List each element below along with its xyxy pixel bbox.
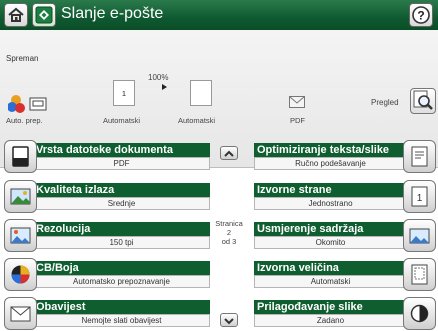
- tile-value: 150 tpi: [33, 236, 210, 249]
- tile-text-image-optimize[interactable]: Optimiziranje teksta/slike Ručno podešav…: [230, 140, 436, 173]
- pdf-envelope-icon: [289, 96, 305, 108]
- orientation-button[interactable]: [403, 219, 436, 252]
- tile-value: Automatsko prepoznavanje: [33, 275, 210, 288]
- orientation-icon: [409, 228, 430, 244]
- tile-value: Jednostrano: [254, 197, 407, 210]
- tile-image-adjustment[interactable]: Prilagođavanje slike Zadano: [230, 297, 436, 330]
- tile-value: Okomito: [254, 236, 407, 249]
- quality-button[interactable]: [4, 180, 37, 213]
- auto-label-1: Automatski: [103, 116, 141, 125]
- resolution-icon: [10, 227, 31, 244]
- size-button[interactable]: [403, 258, 436, 291]
- output-page-box: [190, 80, 212, 106]
- tile-color-mode[interactable]: CB/Boja Automatsko prepoznavanje: [4, 258, 210, 291]
- color-palette-icon: [11, 265, 30, 284]
- notification-button[interactable]: [4, 297, 37, 330]
- tile-original-size[interactable]: Izvorna veličina Automatski: [230, 258, 436, 291]
- auto-preview-button[interactable]: [7, 93, 56, 117]
- tile-content-orientation[interactable]: Usmjerenje sadržaja Okomito: [230, 219, 436, 252]
- tile-resolution[interactable]: Rezolucija 150 tpi: [4, 219, 210, 252]
- preview-button[interactable]: [410, 88, 436, 114]
- tile-value: Automatski: [254, 275, 407, 288]
- page-title: Slanje e-pošte: [61, 5, 164, 22]
- tile-original-sides[interactable]: Izvorne strane Jednostrano 1: [230, 180, 436, 213]
- optimize-button[interactable]: [403, 140, 436, 173]
- tile-value: Srednje: [33, 197, 210, 210]
- home-icon: [8, 7, 24, 22]
- image-adjust-icon: [410, 304, 429, 323]
- help-icon: ?: [412, 6, 430, 24]
- title-bar: Slanje e-pošte ?: [0, 0, 438, 30]
- quality-image-icon: [10, 188, 31, 205]
- svg-text:1: 1: [417, 193, 423, 204]
- email-app-icon: [35, 6, 53, 24]
- text-image-icon: [411, 146, 428, 167]
- tile-title: Kvaliteta izlaza: [33, 183, 210, 197]
- tile-title: Izvorne strane: [254, 183, 407, 197]
- preview-label: Auto. prep.: [6, 116, 43, 125]
- tile-value: Ručno podešavanje: [254, 157, 407, 170]
- resolution-button[interactable]: [4, 219, 37, 252]
- pdf-label: PDF: [290, 116, 305, 125]
- zoom-level: 100%: [148, 73, 169, 82]
- tile-title: Usmjerenje sadržaja: [254, 222, 407, 236]
- tile-value: Nemojte slati obavijest: [33, 314, 210, 327]
- status-text: Spreman: [6, 54, 39, 63]
- tile-title: CB/Boja: [33, 261, 210, 275]
- color-preview-icon: [7, 95, 47, 113]
- tile-title: Vrsta datoteke dokumenta: [33, 143, 210, 157]
- arrow-right-icon: [162, 84, 167, 90]
- auto-label-2: Automatski: [178, 116, 216, 125]
- notification-icon: [10, 306, 31, 322]
- tile-title: Rezolucija: [33, 222, 210, 236]
- tile-title: Optimiziranje teksta/slike: [254, 143, 407, 157]
- help-button[interactable]: ?: [409, 3, 433, 27]
- tile-output-quality[interactable]: Kvaliteta izlaza Srednje: [4, 180, 210, 213]
- tile-value: PDF: [33, 157, 210, 170]
- email-app-button[interactable]: [32, 3, 56, 27]
- tile-title: Izvorna veličina: [254, 261, 407, 275]
- pregled-label: Pregled: [371, 98, 399, 107]
- tile-notification[interactable]: Obavijest Nemojte slati obavijest: [4, 297, 210, 330]
- color-button[interactable]: [4, 258, 37, 291]
- svg-text:?: ?: [417, 9, 424, 23]
- page-size-icon: [411, 264, 428, 285]
- file-type-button[interactable]: [4, 140, 37, 173]
- document-icon: [12, 146, 29, 167]
- one-sided-page-icon: 1: [411, 186, 428, 207]
- tile-file-type[interactable]: Vrsta datoteke dokumenta PDF: [4, 140, 210, 173]
- tile-title: Prilagođavanje slike: [254, 300, 407, 314]
- tile-value: Zadano: [254, 314, 407, 327]
- sides-button[interactable]: 1: [403, 180, 436, 213]
- tile-title: Obavijest: [33, 300, 210, 314]
- preview-magnifier-icon: [413, 90, 433, 110]
- home-button[interactable]: [4, 3, 28, 27]
- page-count-box: 1: [113, 80, 135, 106]
- image-adjust-button[interactable]: [403, 297, 436, 330]
